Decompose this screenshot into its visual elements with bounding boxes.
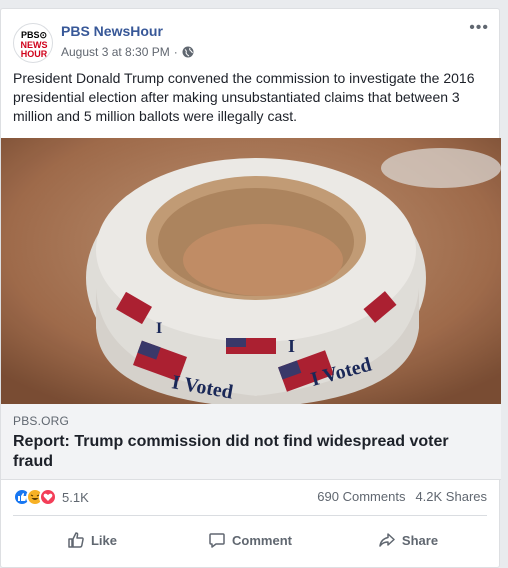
comment-icon — [209, 533, 225, 548]
svg-text:HOUR: HOUR — [21, 49, 48, 59]
globe-icon — [182, 46, 194, 58]
engagement-counts: 690 Comments 4.2K Shares — [317, 489, 487, 504]
post-meta: August 3 at 8:30 PM · — [61, 45, 194, 59]
post-actions: Like Comment Share — [13, 525, 487, 555]
shares-count[interactable]: 4.2K Shares — [415, 489, 487, 504]
comment-label: Comment — [232, 532, 292, 548]
actions-divider — [13, 515, 487, 516]
like-button[interactable]: Like — [13, 525, 171, 555]
page-avatar[interactable]: PBS⊙ NEWS HOUR — [13, 23, 53, 63]
reaction-count: 5.1K — [62, 489, 89, 505]
link-preview[interactable]: PBS.ORG Report: Trump commission did not… — [1, 404, 501, 480]
post-stats: 5.1K 690 Comments 4.2K Shares — [13, 486, 487, 508]
page-name-link[interactable]: PBS NewsHour — [61, 23, 163, 39]
post-text: President Donald Trump convened the comm… — [13, 70, 475, 124]
share-button[interactable]: Share — [329, 525, 487, 555]
link-domain: PBS.ORG — [13, 414, 70, 428]
pbs-newshour-logo: PBS⊙ NEWS HOUR — [21, 30, 48, 59]
comment-button[interactable]: Comment — [171, 525, 329, 555]
comments-count[interactable]: 690 Comments — [317, 489, 405, 504]
post-timestamp[interactable]: August 3 at 8:30 PM — [61, 45, 170, 59]
link-headline[interactable]: Report: Trump commission did not find wi… — [13, 432, 477, 472]
share-icon — [379, 533, 395, 547]
svg-text:PBS⊙: PBS⊙ — [21, 30, 47, 40]
share-label: Share — [401, 532, 439, 548]
more-options-icon[interactable]: ••• — [469, 19, 489, 37]
thumbs-up-icon — [68, 532, 84, 548]
link-preview-image[interactable]: I Voted I Voted I I — [1, 138, 501, 404]
feed-post: PBS⊙ NEWS HOUR PBS NewsHour August 3 at … — [0, 8, 501, 568]
reactions-summary[interactable]: 5.1K — [13, 488, 89, 506]
post-header: PBS⊙ NEWS HOUR PBS NewsHour August 3 at … — [13, 19, 489, 63]
love-reaction-icon — [39, 488, 57, 506]
meta-separator: · — [173, 45, 178, 59]
sticker-roll-photo: I Voted I Voted I I — [1, 138, 501, 404]
like-label: Like — [90, 532, 117, 548]
